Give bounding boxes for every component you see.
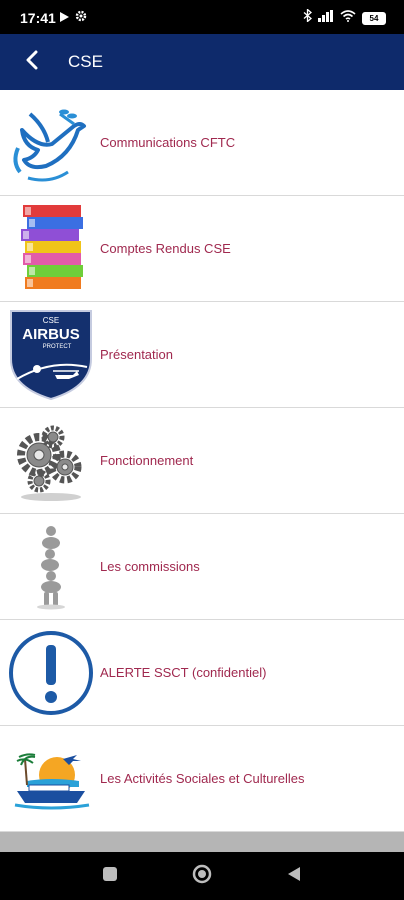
menu-item-label: Comptes Rendus CSE <box>100 241 231 256</box>
menu-item-alerte-ssct[interactable]: ALERTE SSCT (confidentiel) <box>0 620 404 726</box>
holiday-cruise-icon <box>6 732 96 826</box>
status-time: 17:41 <box>20 10 56 26</box>
menu-item-comptes-rendus[interactable]: Comptes Rendus CSE <box>0 196 404 302</box>
badge-protect-text: PROTECT <box>43 344 72 350</box>
menu-item-label: Communications CFTC <box>100 135 236 150</box>
wifi-icon <box>340 9 356 27</box>
badge-cse-text: CSE <box>43 316 59 325</box>
home-circle-icon <box>192 864 212 889</box>
home-button[interactable] <box>192 864 212 889</box>
nav-back-button[interactable] <box>284 866 304 886</box>
settings-icon <box>75 9 87 27</box>
menu-item-commissions[interactable]: Les commissions <box>0 514 404 620</box>
dove-icon <box>6 96 96 190</box>
menu-item-label: Présentation <box>100 347 173 362</box>
bluetooth-icon <box>303 8 312 27</box>
page-title: CSE <box>68 52 103 71</box>
scroll-end-strip <box>0 832 404 852</box>
gears-icon <box>6 414 96 508</box>
badge-airbus-text: AIRBUS <box>22 326 80 343</box>
signal-icon <box>318 9 334 27</box>
chevron-left-icon <box>25 50 39 75</box>
system-nav-bar <box>0 852 404 900</box>
battery-icon: 54 <box>362 11 386 25</box>
back-button[interactable] <box>14 46 50 78</box>
status-bar: 17:41 54 <box>0 0 404 34</box>
menu-list: Communications CFTC Comptes Rendus CSE C… <box>0 90 404 832</box>
menu-item-label: Les commissions <box>100 559 200 574</box>
back-triangle-icon <box>287 866 301 887</box>
airbus-protect-badge-icon: CSE AIRBUS PROTECT <box>6 308 96 402</box>
app-bar: CSE <box>0 34 404 90</box>
menu-item-activites-sociales[interactable]: Les Activités Sociales et Culturelles <box>0 726 404 832</box>
menu-item-presentation[interactable]: CSE AIRBUS PROTECT Présentation <box>0 302 404 408</box>
alert-exclamation-icon <box>6 626 96 720</box>
binders-stack-icon <box>6 202 96 296</box>
menu-item-fonctionnement[interactable]: Fonctionnement <box>0 408 404 514</box>
menu-item-label: Fonctionnement <box>100 453 194 468</box>
recents-square-icon <box>102 866 118 887</box>
menu-item-label: Les Activités Sociales et Culturelles <box>100 771 305 786</box>
figures-stack-icon <box>6 520 96 614</box>
menu-item-communications-cftc[interactable]: Communications CFTC <box>0 90 404 196</box>
play-icon <box>60 9 69 27</box>
menu-item-label: ALERTE SSCT (confidentiel) <box>100 665 267 680</box>
recents-button[interactable] <box>100 866 120 886</box>
